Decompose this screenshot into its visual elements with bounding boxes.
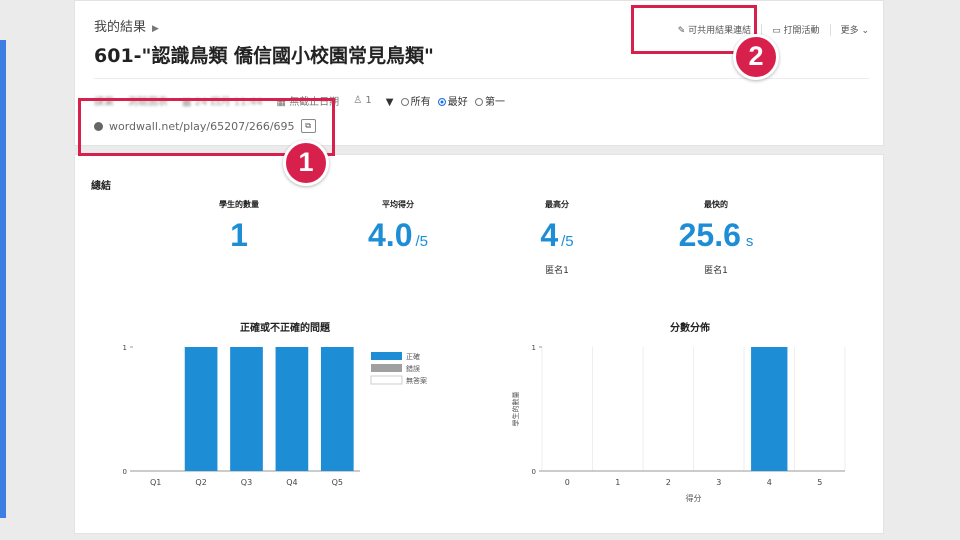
x-tick-label: 4 <box>767 478 772 487</box>
x-tick-label: 1 <box>615 478 620 487</box>
bar-q3 <box>230 347 263 471</box>
chevron-down-icon: ⌄ <box>861 26 869 36</box>
legend-swatch <box>371 364 402 372</box>
breadcrumb-my-results[interactable]: 我的結果 <box>94 20 146 35</box>
bar-q4 <box>275 347 309 471</box>
callout-badge-1: 1 <box>283 140 329 186</box>
stat-label: 學生的數量 <box>219 200 259 209</box>
x-tick-label: Q2 <box>195 478 206 487</box>
print-icon: ▭ <box>772 26 781 36</box>
y-tick-label: 0 <box>123 468 127 476</box>
summary-card: 總結 學生的數量 1 平均得分 4.0/5 最高分 4/5 匿名1 最快的 25… <box>74 154 884 534</box>
divider <box>829 23 831 36</box>
meta-participants: ♙ 1 <box>353 95 372 106</box>
legend-swatch <box>371 352 402 360</box>
bar-q2 <box>184 347 218 471</box>
filter-first-radio[interactable] <box>474 98 483 106</box>
x-tick-label: 5 <box>817 478 822 487</box>
left-accent-bar <box>0 40 6 518</box>
y-axis-label: 學生的數量 <box>511 392 520 427</box>
x-tick-label: Q5 <box>332 478 343 487</box>
open-activity-button[interactable]: ▭ 打開活動 <box>772 23 819 36</box>
stat-label: 最高分 <box>545 200 569 209</box>
summary-heading: 總結 <box>91 181 111 192</box>
y-tick-label: 1 <box>532 344 536 352</box>
stat-label: 平均得分 <box>382 200 414 209</box>
stat-value: 25.6 s <box>678 217 754 253</box>
legend-label: 無答案 <box>406 376 427 385</box>
x-tick-label: Q3 <box>241 478 252 487</box>
stat-label: 最快的 <box>704 200 728 209</box>
x-tick-label: 3 <box>716 478 721 487</box>
stat-student-name[interactable]: 匿名1 <box>487 263 627 276</box>
breadcrumb[interactable]: 我的結果 ▶ <box>94 16 159 35</box>
questions-chart: 0 1 Q1 Q2 Q3 Q4 Q5 正確錯誤無答案 <box>123 344 427 487</box>
more-menu-button[interactable]: 更多 ⌄ <box>841 23 869 36</box>
stat-fastest: 最快的 25.6 s 匿名1 <box>646 199 786 276</box>
y-tick-label: 1 <box>123 344 127 352</box>
x-tick-label: 2 <box>666 478 671 487</box>
x-tick-label: Q4 <box>286 478 297 487</box>
legend-label: 正確 <box>406 352 420 361</box>
x-tick-label: 0 <box>565 478 570 487</box>
y-tick-label: 0 <box>532 468 536 476</box>
stat-average: 平均得分 4.0/5 <box>328 199 468 259</box>
filter-all-radio[interactable] <box>400 98 409 106</box>
stat-value: 4.0/5 <box>368 217 428 253</box>
callout-badge-2: 2 <box>733 34 779 80</box>
chevron-right-icon: ▶ <box>152 24 159 34</box>
stat-value: 1 <box>230 217 248 253</box>
result-filter: ▼ 所有 最好 第一 <box>385 97 505 108</box>
user-icon: ♙ <box>353 95 363 106</box>
score-distribution-chart: 0 1 0 1 2 3 4 5 得分 學生的數量 <box>511 344 846 503</box>
stat-students: 學生的數量 1 <box>169 199 309 252</box>
filter-best-radio[interactable] <box>437 98 446 106</box>
legend-label: 錯誤 <box>406 364 420 373</box>
stat-student-name[interactable]: 匿名1 <box>646 263 786 276</box>
filter-icon: ▼ <box>385 97 394 108</box>
x-axis-label: 得分 <box>686 493 702 503</box>
bar-score-4 <box>751 347 788 471</box>
legend-swatch <box>370 375 403 385</box>
x-tick-label: Q1 <box>150 478 161 487</box>
stat-highest: 最高分 4/5 匿名1 <box>487 199 627 276</box>
page-title: 601-"認識鳥類 僑信國小校園常見鳥類" <box>94 45 434 67</box>
bar-q5 <box>320 347 354 471</box>
stat-value: 4/5 <box>540 217 574 253</box>
